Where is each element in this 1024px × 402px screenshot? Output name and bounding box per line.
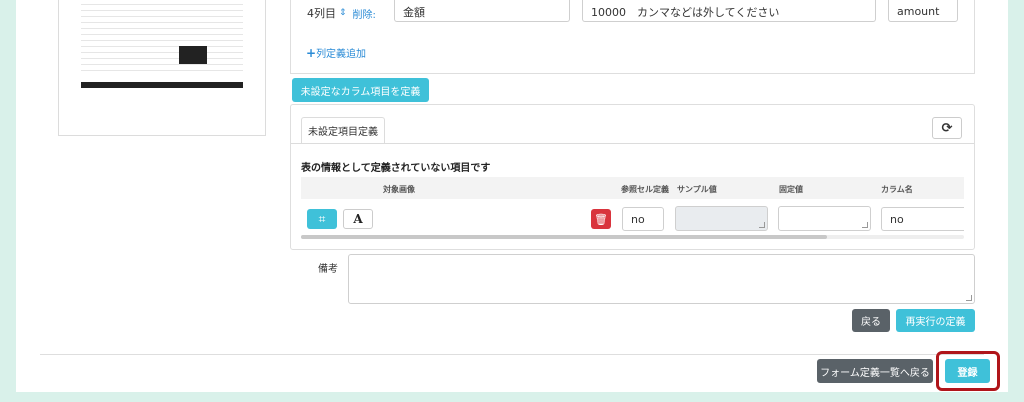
sample-value-input [675,206,768,231]
redefine-button[interactable]: 再実行の定義 [896,309,975,332]
delete-column-link[interactable]: 削除: [353,6,376,21]
panel-title: 表の情報として定義されていない項目です [301,163,491,174]
back-button[interactable]: 戻る [852,309,890,332]
horizontal-scrollbar[interactable] [301,235,964,239]
fixed-value-input[interactable] [778,206,871,231]
plus-icon: + [306,46,317,60]
trash-icon[interactable]: 🗑 [591,209,611,229]
header-column-name: カラム名 [881,185,913,194]
scrollbar-thumb[interactable] [301,235,827,239]
text-recognize-button[interactable]: A [343,209,373,229]
column-row-4: 4列目 ⇕ 削除: [307,0,376,26]
header-image: 対象画像 [383,185,415,194]
add-column-label: 列定義追加 [316,49,367,60]
tab-undefined-items[interactable]: 未設定項目定義 [301,117,385,143]
memo-label: 備考 [318,264,338,275]
column-name-input[interactable]: no [881,207,964,231]
form-image-preview-card [58,0,266,136]
column-key-input[interactable]: amount [888,0,958,22]
sort-arrows-icon[interactable]: ⇕ [339,8,347,18]
header-ref-cell: 参照セル定義 [621,185,669,194]
column-title-input[interactable]: 金額 [394,0,570,22]
back-to-form-list-button[interactable]: フォーム定義一覧へ戻る [817,359,933,383]
memo-textarea[interactable] [348,254,975,304]
undefined-items-panel: 未設定項目定義 ⟳ 表の情報として定義されていない項目です 対象画像 参照セル定… [290,104,975,250]
define-undefined-columns-button[interactable]: 未設定なカラム項目を定義 [292,78,429,102]
ref-cell-input[interactable]: no [622,207,664,231]
crop-icon[interactable]: ⌗ [307,209,337,229]
footer-divider [40,354,984,355]
tab-divider [291,143,974,144]
header-sample: サンプル値 [677,185,717,194]
refresh-icon[interactable]: ⟳ [932,117,962,139]
header-fixed: 固定値 [779,185,803,194]
column-sample-input[interactable]: 10000 カンマなどは外してください [582,0,876,22]
table-header: 対象画像 参照セル定義 サンプル値 固定値 カラム名 [301,177,964,199]
form-image-thumbnail[interactable] [81,0,243,88]
register-button-highlight [936,351,1000,391]
column-label: 4列目 [307,7,336,20]
add-column-link[interactable]: +列定義追加 [306,45,366,60]
